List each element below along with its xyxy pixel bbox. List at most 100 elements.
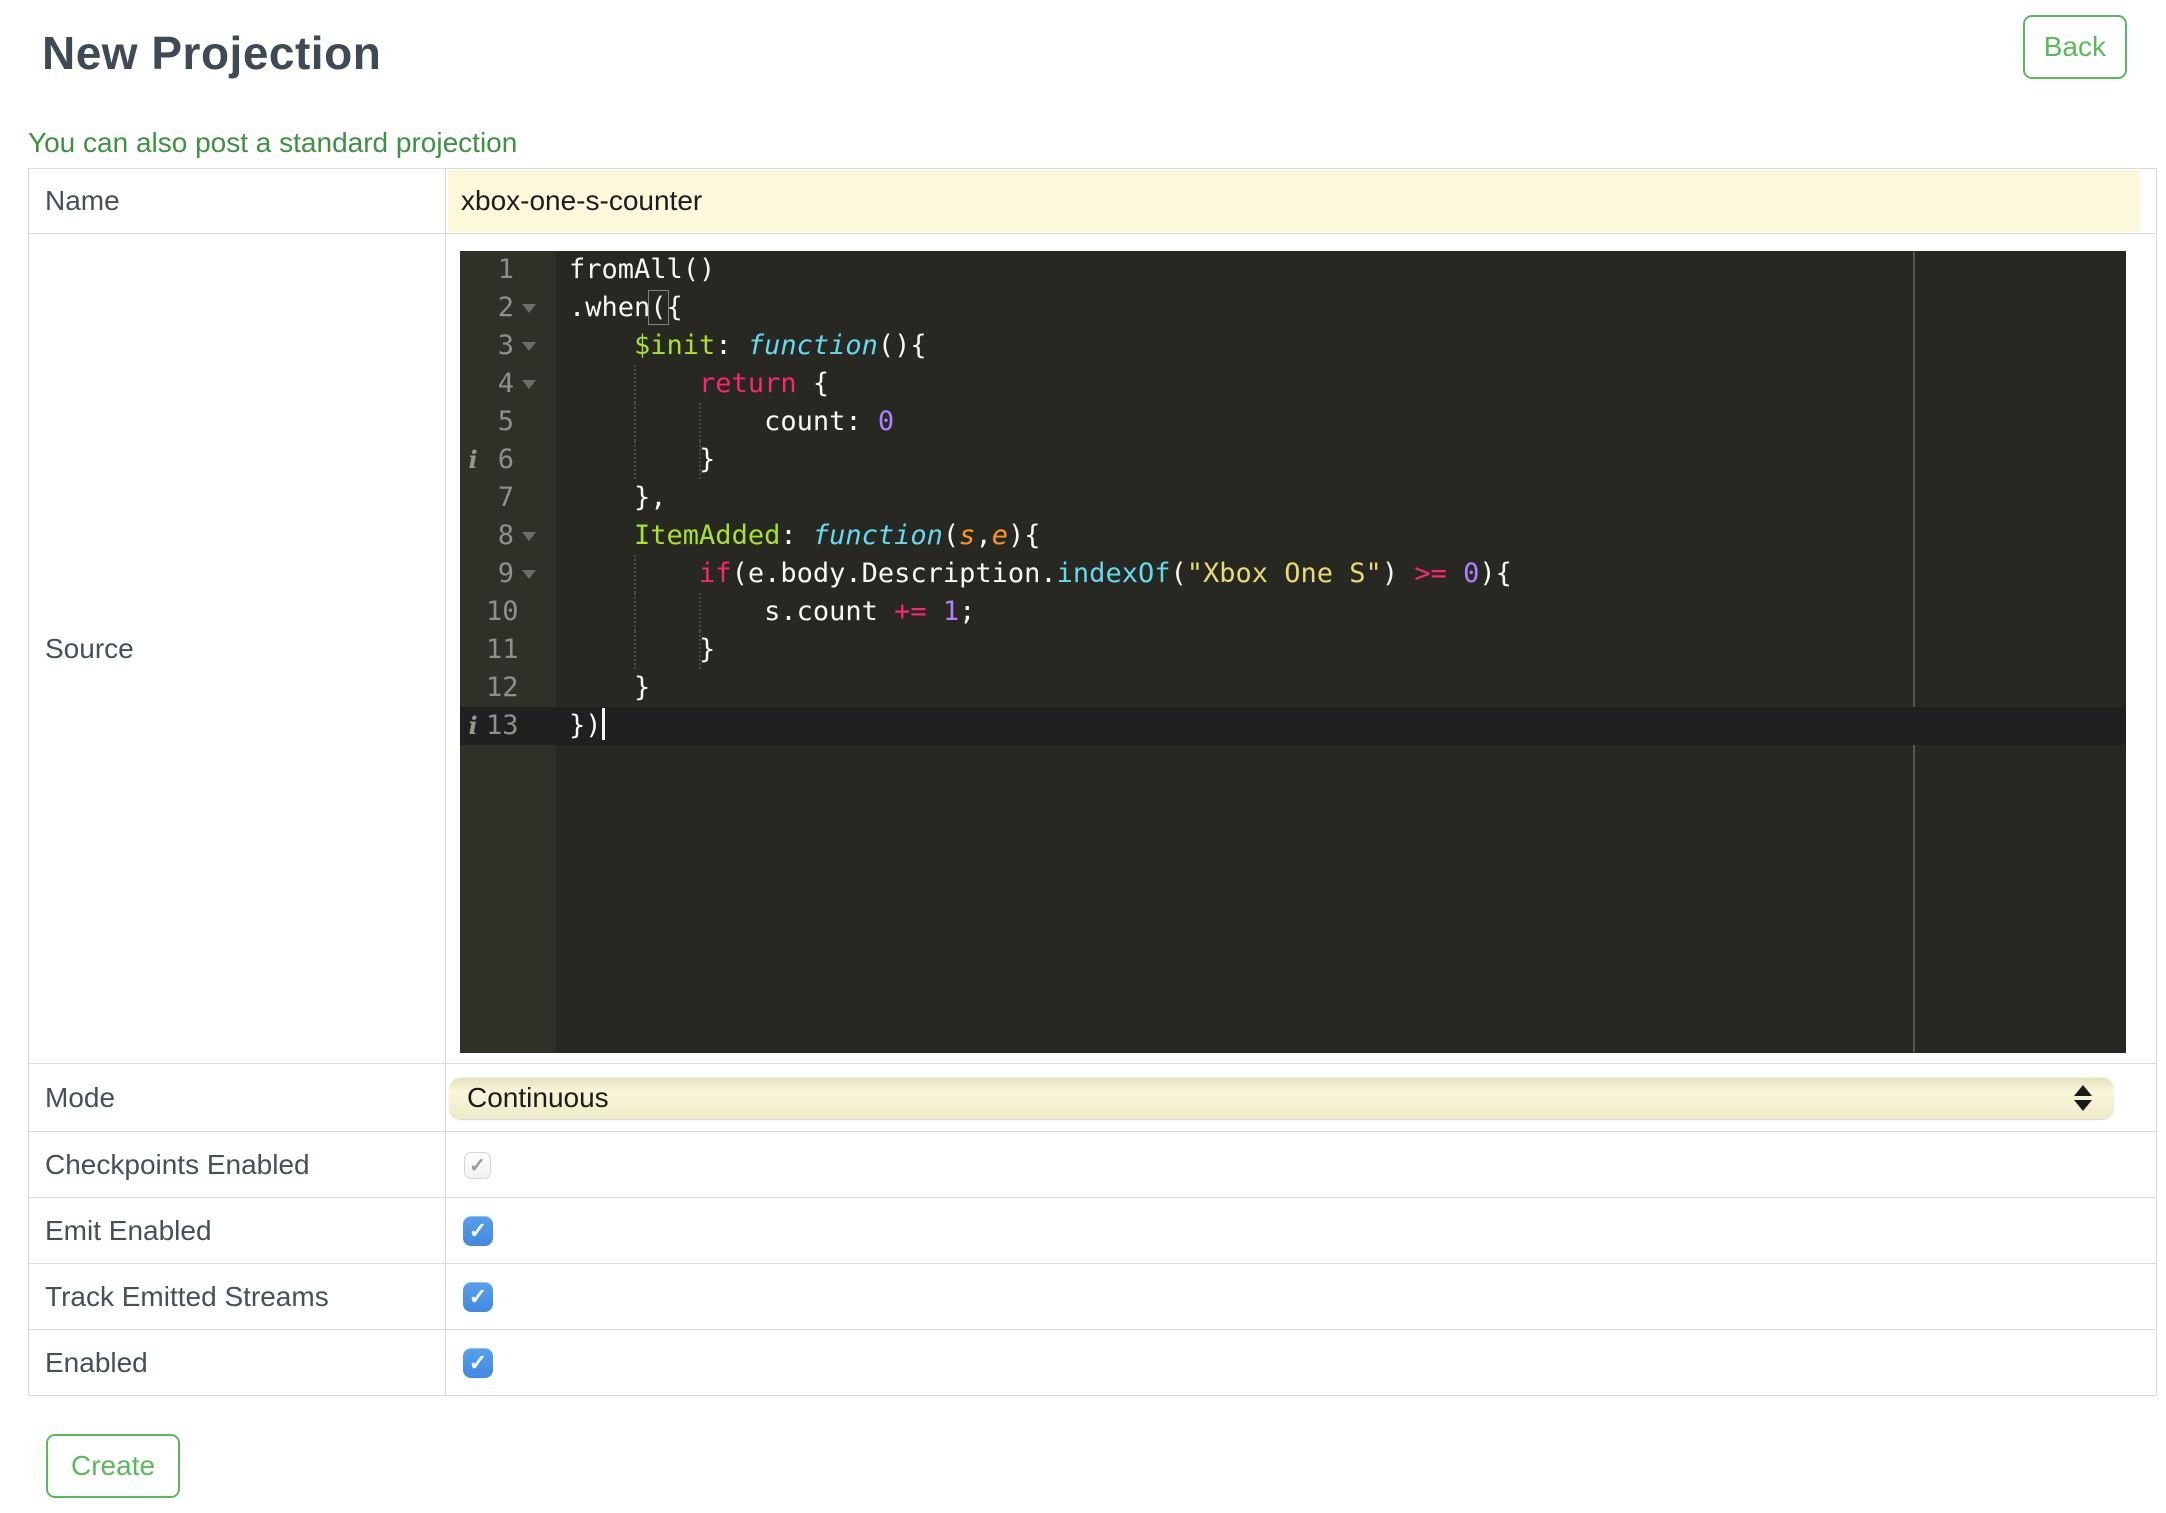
fold-slot bbox=[514, 479, 556, 517]
info-icon-slot bbox=[460, 593, 486, 631]
mode-label: Mode bbox=[29, 1064, 446, 1131]
line-number: 5 bbox=[497, 406, 514, 437]
name-input[interactable] bbox=[448, 170, 2140, 232]
gutter-cell: 4 bbox=[460, 365, 556, 403]
line-number: 12 bbox=[486, 672, 519, 703]
editor-line[interactable]: 11 } bbox=[460, 631, 2126, 669]
gutter-cell: 11 bbox=[460, 631, 556, 669]
gutter-cell: i6 bbox=[460, 441, 556, 479]
code-line[interactable]: ItemAdded: function(s,e){ bbox=[556, 517, 2126, 555]
mode-select[interactable]: Continuous bbox=[449, 1077, 2114, 1119]
info-icon-slot bbox=[460, 517, 486, 555]
code-line[interactable]: count: 0 bbox=[556, 403, 2126, 441]
new-projection-page: New Projection Back You can also post a … bbox=[0, 0, 2166, 1498]
editor-line[interactable]: i6 } bbox=[460, 441, 2126, 479]
editor-line[interactable]: 12 } bbox=[460, 669, 2126, 707]
checkpoints-enabled-label: Checkpoints Enabled bbox=[29, 1132, 446, 1197]
name-value-cell bbox=[446, 169, 2156, 233]
enabled-label: Enabled bbox=[29, 1330, 446, 1395]
editor-line[interactable]: 3 $init: function(){ bbox=[460, 327, 2126, 365]
editor-line[interactable]: 1 fromAll() bbox=[460, 251, 2126, 289]
line-number: 6 bbox=[497, 444, 514, 475]
info-icon-slot bbox=[460, 289, 486, 327]
info-icon-slot bbox=[460, 365, 486, 403]
line-number: 7 bbox=[497, 482, 514, 513]
gutter-cell: 10 bbox=[460, 593, 556, 631]
checkpoints-enabled-checkbox: ✓ bbox=[464, 1152, 491, 1179]
fold-toggle-icon[interactable] bbox=[514, 289, 556, 327]
emit-enabled-cell: ✓ bbox=[446, 1198, 2156, 1263]
editor-line[interactable]: i 13}) bbox=[460, 707, 2126, 745]
fold-slot bbox=[514, 251, 556, 289]
info-icon-slot bbox=[460, 555, 486, 593]
editor-line[interactable]: 9 if(e.body.Description.indexOf("Xbox On… bbox=[460, 555, 2126, 593]
info-icon-slot bbox=[460, 251, 486, 289]
emit-enabled-checkbox[interactable]: ✓ bbox=[463, 1216, 493, 1246]
source-value-cell: 1 fromAll() 2 .when({3 $init: function(){4 … bbox=[446, 234, 2156, 1063]
track-emitted-streams-label: Track Emitted Streams bbox=[29, 1264, 446, 1329]
info-icon-slot bbox=[460, 631, 486, 669]
indent-guide bbox=[634, 555, 637, 593]
fold-slot bbox=[519, 669, 561, 707]
info-icon: i bbox=[468, 711, 478, 740]
mode-row: Mode Continuous bbox=[29, 1063, 2156, 1131]
indent-guide bbox=[634, 593, 637, 631]
fold-slot bbox=[519, 631, 561, 669]
source-label: Source bbox=[29, 234, 446, 1063]
code-line[interactable]: $init: function(){ bbox=[556, 327, 2126, 365]
indent-guide bbox=[634, 403, 637, 441]
fold-slot bbox=[519, 707, 561, 745]
editor-line[interactable]: 5 count: 0 bbox=[460, 403, 2126, 441]
fold-toggle-icon[interactable] bbox=[514, 517, 556, 555]
code-line[interactable]: return { bbox=[556, 365, 2126, 403]
select-stepper-icon bbox=[2074, 1085, 2092, 1111]
text-cursor bbox=[601, 707, 605, 740]
editor-line[interactable]: 2 .when({ bbox=[460, 289, 2126, 327]
code-line[interactable]: s.count += 1; bbox=[556, 593, 2126, 631]
track-emitted-streams-row: Track Emitted Streams ✓ bbox=[29, 1263, 2156, 1329]
code-line[interactable]: .when({ bbox=[556, 289, 2126, 327]
track-emitted-streams-checkbox[interactable]: ✓ bbox=[463, 1282, 493, 1312]
info-icon-slot bbox=[460, 479, 486, 517]
gutter-cell: 8 bbox=[460, 517, 556, 555]
code-line[interactable]: } bbox=[556, 631, 2126, 669]
code-line[interactable]: if(e.body.Description.indexOf("Xbox One … bbox=[556, 555, 2126, 593]
code-line[interactable]: }) bbox=[556, 707, 2126, 745]
editor-line[interactable]: 10 s.count += 1; bbox=[460, 593, 2126, 631]
info-icon: i bbox=[468, 445, 478, 474]
editor-line[interactable]: 7 }, bbox=[460, 479, 2126, 517]
editor-lines: 1 fromAll() 2 .when({3 $init: function(){4 … bbox=[460, 251, 2126, 745]
line-number: 10 bbox=[486, 596, 519, 627]
line-number: 2 bbox=[497, 292, 514, 323]
code-line[interactable]: fromAll() bbox=[556, 251, 2126, 289]
create-button[interactable]: Create bbox=[46, 1434, 181, 1498]
line-number: 8 bbox=[497, 520, 514, 551]
enabled-cell: ✓ bbox=[446, 1330, 2156, 1395]
name-label: Name bbox=[29, 169, 446, 233]
emit-enabled-label: Emit Enabled bbox=[29, 1198, 446, 1263]
track-emitted-streams-cell: ✓ bbox=[446, 1264, 2156, 1329]
enabled-row: Enabled ✓ bbox=[29, 1329, 2156, 1395]
indent-guide bbox=[699, 403, 702, 441]
info-icon-slot bbox=[460, 669, 486, 707]
fold-toggle-icon[interactable] bbox=[514, 327, 556, 365]
mode-select-value: Continuous bbox=[467, 1082, 609, 1113]
code-editor[interactable]: 1 fromAll() 2 .when({3 $init: function(){4 … bbox=[460, 251, 2126, 1053]
standard-projection-link[interactable]: You can also post a standard projection bbox=[28, 126, 517, 160]
page-title: New Projection bbox=[42, 27, 382, 79]
fold-toggle-icon[interactable] bbox=[514, 365, 556, 403]
line-number: 9 bbox=[497, 558, 514, 589]
line-number: 11 bbox=[486, 634, 519, 665]
fold-toggle-icon[interactable] bbox=[514, 555, 556, 593]
code-line[interactable]: } bbox=[556, 669, 2126, 707]
editor-line[interactable]: 8 ItemAdded: function(s,e){ bbox=[460, 517, 2126, 555]
gutter-cell: i 13 bbox=[460, 707, 556, 745]
emit-enabled-row: Emit Enabled ✓ bbox=[29, 1197, 2156, 1263]
code-line[interactable]: } bbox=[556, 441, 2126, 479]
editor-line[interactable]: 4 return { bbox=[460, 365, 2126, 403]
arrow-up-icon bbox=[2074, 1085, 2092, 1096]
gutter-cell: 7 bbox=[460, 479, 556, 517]
back-button[interactable]: Back bbox=[2022, 15, 2127, 79]
code-line[interactable]: }, bbox=[556, 479, 2126, 517]
enabled-checkbox[interactable]: ✓ bbox=[463, 1348, 493, 1378]
